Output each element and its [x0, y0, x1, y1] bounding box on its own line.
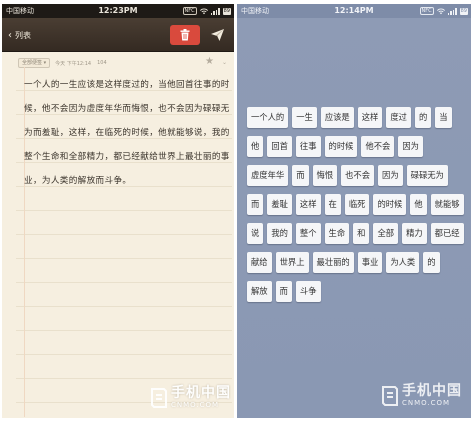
word-token[interactable]: 往事 [295, 136, 321, 157]
word-token[interactable]: 临死 [344, 194, 370, 215]
watermark-cn: 手机中国 [402, 383, 462, 399]
wifi-icon [436, 8, 445, 14]
word-token[interactable]: 全部 [373, 223, 399, 244]
word-token[interactable]: 应该是 [320, 107, 354, 128]
nfc-icon: NFC [419, 7, 434, 15]
word-token[interactable]: 羞耻 [267, 194, 292, 215]
word-token[interactable]: 而 [275, 281, 292, 302]
cnmo-logo-icon [151, 387, 167, 408]
trash-icon [180, 29, 190, 41]
word-token[interactable]: 回首 [267, 136, 292, 157]
watermark: 手机中国 CNMO.COM [381, 384, 462, 407]
word-token[interactable]: 生命 [324, 223, 350, 244]
word-token[interactable]: 我的 [267, 223, 292, 244]
word-token[interactable]: 也不会 [341, 165, 375, 186]
word-token[interactable]: 为人类 [386, 252, 420, 273]
note-text[interactable]: 一个人的一生应该是这样度过的，当他回首往事的时候，他不会因为虚度年华而悔恨，也不… [24, 73, 230, 193]
word-token[interactable]: 的时候 [373, 194, 407, 215]
word-token[interactable]: 而 [292, 165, 309, 186]
back-button[interactable]: ‹ 列表 [8, 18, 31, 52]
word-segment-screen: 中国移动 12:14PM NFC 89 一个人的 一生 应该是 这样 度过的当他回首 往事… [237, 4, 471, 418]
word-token[interactable]: 说 [247, 223, 264, 244]
word-token[interactable]: 当 [435, 107, 452, 128]
word-token[interactable]: 他不会 [361, 136, 395, 157]
paper-plane-icon [210, 29, 224, 41]
word-token[interactable]: 的时候 [324, 136, 358, 157]
word-token[interactable]: 都已经 [430, 223, 464, 244]
chevron-down-icon[interactable]: ⌄ [222, 59, 227, 66]
word-token[interactable]: 事业 [357, 252, 383, 273]
word-token[interactable]: 在 [324, 194, 341, 215]
word-token[interactable]: 这样 [357, 107, 383, 128]
token-row: 他回首 往事 的时候 他不会 因为 [247, 136, 467, 157]
word-token[interactable]: 精力 [402, 223, 427, 244]
word-token[interactable]: 一个人的 [247, 107, 289, 128]
word-token[interactable]: 他 [410, 194, 427, 215]
nav-bar: ‹ 列表 [2, 18, 234, 52]
notes-editor-screen: 中国移动 12:23PM NFC 89 ‹ 列表 全部便签 ▾ 今天 下午12:… [2, 4, 234, 418]
word-token-list: 一个人的 一生 应该是 这样 度过的当他回首 往事 的时候 他不会 因为 虚度年华而悔恨 也不会 因为… [247, 107, 467, 310]
word-token[interactable]: 度过 [386, 107, 411, 128]
word-token[interactable]: 整个 [295, 223, 321, 244]
cnmo-logo-icon [382, 385, 398, 406]
watermark-en: CNMO.COM [402, 399, 451, 407]
status-bar: 中国移动 12:23PM NFC 89 [2, 4, 234, 18]
word-token[interactable]: 而 [247, 194, 264, 215]
star-icon[interactable]: ★ [205, 57, 214, 67]
word-token[interactable]: 因为 [378, 165, 403, 186]
status-bar: 中国移动 12:14PM NFC 89 [237, 4, 471, 18]
word-token[interactable]: 最壮丽的 [312, 252, 354, 273]
word-token[interactable]: 和 [353, 223, 370, 244]
battery-icon: 89 [222, 7, 231, 15]
signal-icon [210, 7, 220, 15]
token-row: 而羞耻 这样在临死 的时候他就能够 [247, 194, 467, 215]
watermark-en: CNMO.COM [171, 401, 220, 409]
token-row: 虚度年华而悔恨 也不会 因为 碌碌无为 [247, 165, 467, 186]
word-token[interactable]: 解放 [247, 281, 272, 302]
note-editor[interactable]: 一个人的一生应该是这样度过的，当他回首往事的时候，他不会因为虚度年华而悔恨，也不… [16, 67, 232, 417]
word-token[interactable]: 斗争 [295, 281, 321, 302]
token-row: 说我的 整个 生命和全部 精力 都已经 [247, 223, 467, 244]
note-char-count: 104 [97, 60, 107, 66]
word-token[interactable]: 一生 [292, 107, 317, 128]
back-label: 列表 [15, 30, 31, 40]
send-button[interactable] [207, 25, 227, 45]
token-row: 解放而斗争 [247, 281, 467, 302]
word-token[interactable]: 就能够 [430, 194, 464, 215]
watermark-cn: 手机中国 [171, 385, 231, 401]
token-row: 一个人的 一生 应该是 这样 度过的当 [247, 107, 467, 128]
delete-button[interactable] [170, 25, 200, 45]
word-token[interactable]: 的 [414, 107, 432, 128]
token-row: 献给 世界上 最壮丽的 事业 为人类的 [247, 252, 467, 273]
word-token[interactable]: 碌碌无为 [406, 165, 448, 186]
watermark: 手机中国 CNMO.COM [150, 386, 231, 409]
word-token[interactable]: 虚度年华 [247, 165, 289, 186]
word-token[interactable]: 他 [247, 136, 264, 157]
wifi-icon [199, 8, 208, 14]
signal-icon [447, 7, 457, 15]
word-token[interactable]: 的 [423, 252, 440, 273]
battery-icon: 89 [459, 7, 468, 15]
word-token[interactable]: 这样 [295, 194, 321, 215]
word-token[interactable]: 因为 [398, 136, 423, 157]
word-token[interactable]: 悔恨 [312, 165, 338, 186]
nfc-icon: NFC [182, 7, 197, 15]
word-token[interactable]: 世界上 [275, 252, 309, 273]
word-token[interactable]: 献给 [247, 252, 272, 273]
chevron-left-icon: ‹ [8, 29, 12, 41]
note-date: 今天 下午12:14 [55, 60, 92, 67]
